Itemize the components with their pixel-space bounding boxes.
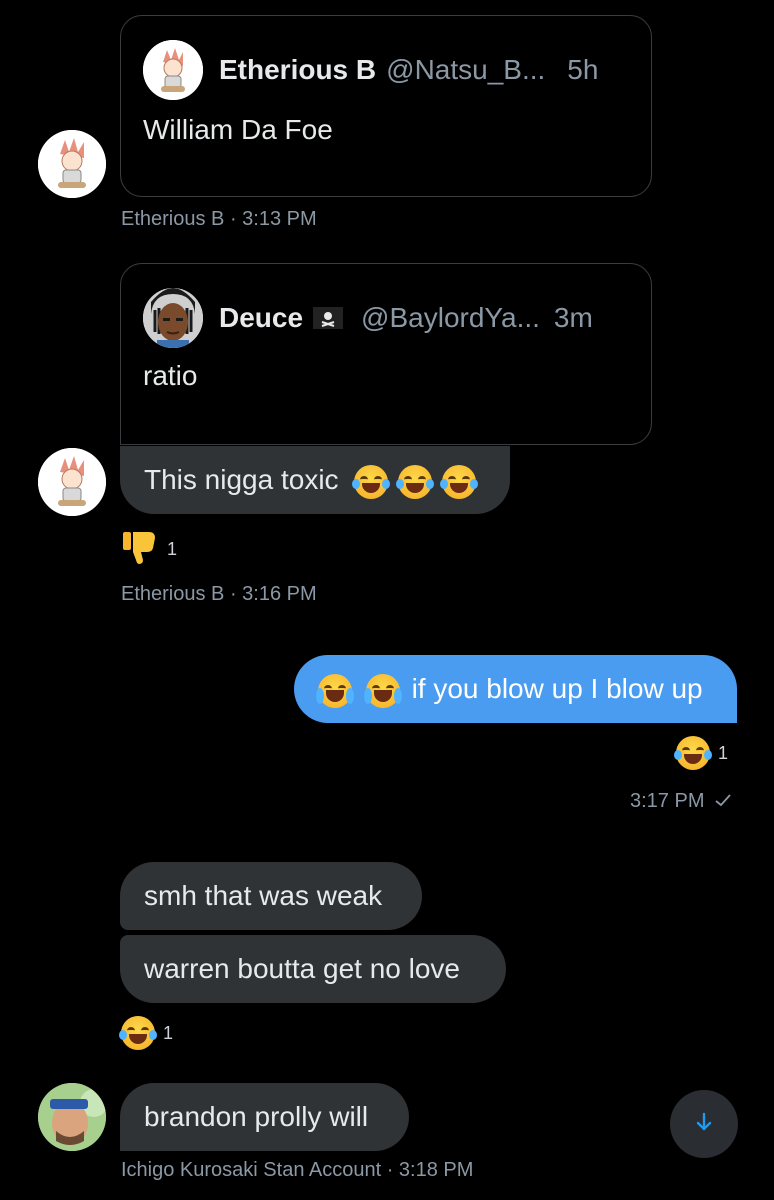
quoted-author-avatar bbox=[143, 40, 203, 100]
sender-avatar[interactable] bbox=[38, 448, 106, 516]
message-text: brandon prolly will bbox=[144, 1101, 369, 1132]
message-text: warren boutta get no love bbox=[144, 953, 460, 984]
quoted-tweet-header: Deuce @BaylordYa... 3m bbox=[143, 288, 593, 348]
loudly-crying-icon bbox=[363, 673, 402, 708]
quoted-author-handle: @BaylordYa... bbox=[361, 302, 540, 333]
message-bubble[interactable]: smh that was weak bbox=[120, 862, 422, 930]
quoted-author-name: Etherious B bbox=[219, 54, 377, 85]
message-meta: Etherious B · 3:13 PM bbox=[121, 208, 317, 230]
quoted-tweet-time: 5h bbox=[567, 54, 599, 85]
quoted-tweet-time: 3m bbox=[553, 302, 593, 333]
sender-avatar[interactable] bbox=[38, 130, 106, 198]
tears-of-joy-icon bbox=[352, 464, 391, 499]
sender-avatar[interactable] bbox=[38, 1083, 106, 1151]
quoted-tweet-card[interactable]: Etherious B @Natsu_B... 5h William Da Fo… bbox=[120, 15, 652, 197]
scroll-to-bottom-button[interactable] bbox=[670, 1090, 738, 1158]
quoted-tweet-text: William Da Foe bbox=[143, 114, 333, 145]
tears-of-joy-icon bbox=[674, 736, 712, 770]
message-reaction[interactable]: 1 bbox=[119, 1016, 174, 1050]
loudly-crying-icon bbox=[316, 673, 354, 708]
quoted-author-name: Deuce bbox=[219, 302, 304, 333]
message-meta: Ichigo Kurosaki Stan Account · 3:18 PM bbox=[121, 1159, 474, 1181]
message-bubble[interactable]: warren boutta get no love bbox=[120, 935, 506, 1003]
quoted-tweet-card[interactable]: Deuce @BaylordYa... 3m ratio bbox=[120, 263, 652, 445]
message-reaction[interactable]: 1 bbox=[121, 528, 177, 571]
message-bubble[interactable]: brandon prolly will bbox=[120, 1083, 409, 1151]
message-text: if you blow up I blow up bbox=[411, 673, 703, 704]
message-meta: 3:17 PM bbox=[630, 790, 732, 813]
quoted-author-handle: @Natsu_B... bbox=[386, 54, 546, 85]
message-bubble-outgoing[interactable]: if you blow up I blow up bbox=[294, 655, 737, 723]
tears-of-joy-icon bbox=[396, 464, 435, 499]
quoted-tweet-text: ratio bbox=[143, 360, 198, 391]
message-text: smh that was weak bbox=[144, 880, 383, 911]
reaction-count: 1 bbox=[163, 1022, 174, 1043]
message-reaction[interactable]: 1 bbox=[674, 736, 729, 770]
sent-check-icon bbox=[714, 790, 732, 813]
thumbs-down-icon bbox=[121, 528, 159, 571]
quoted-author-avatar bbox=[143, 288, 203, 348]
arrow-down-icon bbox=[692, 1110, 716, 1139]
message-meta: Etherious B · 3:16 PM bbox=[121, 583, 317, 605]
tears-of-joy-icon bbox=[119, 1016, 157, 1050]
quoted-tweet-header: Etherious B @Natsu_B... 5h bbox=[143, 40, 598, 100]
reaction-count: 1 bbox=[167, 539, 178, 559]
message-bubble[interactable]: This nigga toxic bbox=[120, 446, 510, 514]
message-text: This nigga toxic bbox=[144, 464, 339, 495]
reaction-count: 1 bbox=[718, 742, 729, 763]
message-time: 3:17 PM bbox=[630, 790, 705, 812]
tears-of-joy-icon bbox=[439, 464, 478, 499]
pirate-flag-icon bbox=[313, 307, 344, 329]
